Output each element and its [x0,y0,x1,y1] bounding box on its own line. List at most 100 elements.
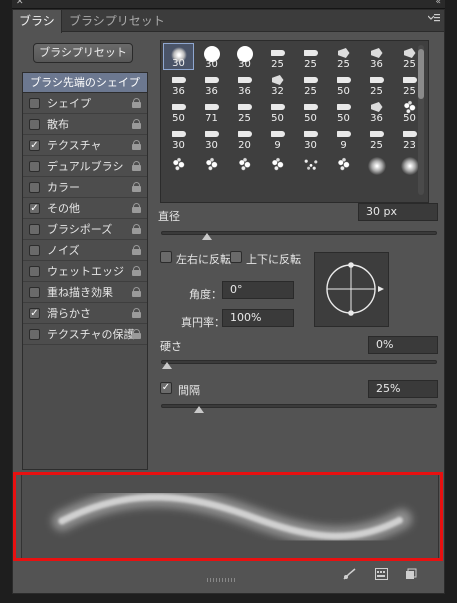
brush-tip-tile[interactable]: 30 [295,124,326,151]
lock-icon[interactable] [132,119,141,129]
roundness-input[interactable]: 100% [222,309,294,327]
brush-tip-tile[interactable]: 30 [163,43,194,70]
tab-brush-presets[interactable]: ブラシプリセット [63,10,171,32]
sidebar-item-checkbox[interactable] [29,182,40,193]
brush-tip-tile[interactable] [196,151,227,178]
brush-tip-tile[interactable]: 71 [196,97,227,124]
brush-tip-tile[interactable]: 9 [328,124,359,151]
sidebar-item[interactable]: テクスチャの保護 [23,324,147,345]
brush-tip-tile[interactable]: 50 [262,97,293,124]
brush-tip-tile[interactable] [328,151,359,178]
brush-tip-tile[interactable] [262,151,293,178]
toggle-brush-panel-icon[interactable] [343,568,356,580]
sidebar-item[interactable]: カラー [23,177,147,198]
sidebar-item-checkbox[interactable] [29,329,40,340]
scrollbar-thumb[interactable] [418,49,424,99]
diameter-input[interactable]: 30 px [358,203,438,221]
brush-tip-tile[interactable]: 50 [163,97,194,124]
create-preset-icon[interactable] [375,568,388,580]
angle-roundness-widget[interactable] [314,252,389,327]
brush-tip-tile[interactable] [295,151,326,178]
sidebar-item-checkbox[interactable]: ✓ [29,308,40,319]
brush-tip-tile[interactable]: 32 [262,70,293,97]
sidebar-item[interactable]: ✓ その他 [23,198,147,219]
flip-y-checkbox[interactable] [230,251,242,263]
brush-tip-tile[interactable]: 36 [361,97,392,124]
sidebar-item-checkbox[interactable] [29,245,40,256]
spacing-input[interactable]: 25% [368,380,438,398]
brush-tip-tile[interactable]: 36 [361,43,392,70]
panel-menu-icon[interactable] [427,13,440,26]
lock-icon[interactable] [132,266,141,276]
sidebar-item-checkbox[interactable] [29,161,40,172]
brush-tip-tile[interactable] [163,151,194,178]
brush-tip-tile[interactable]: 25 [295,43,326,70]
sidebar-item[interactable]: シェイプ [23,93,147,114]
brush-tip-tile[interactable] [229,151,260,178]
brush-grid-scrollbar[interactable] [418,45,424,195]
lock-icon[interactable] [132,245,141,255]
new-brush-icon[interactable] [405,568,417,580]
brush-tip-tile[interactable]: 36 [229,70,260,97]
sidebar-item-checkbox[interactable] [29,98,40,109]
brush-tip-tile[interactable] [361,151,392,178]
brush-tip-tile[interactable]: 30 [163,124,194,151]
sidebar-item[interactable]: ✓ 滑らかさ [23,303,147,324]
spacing-checkbox[interactable]: ✓ [160,382,172,394]
sidebar-item[interactable]: 散布 [23,114,147,135]
tip-brush-icon [303,131,318,137]
brush-presets-button[interactable]: ブラシプリセット [33,43,133,63]
brush-tip-tile[interactable]: 25 [328,43,359,70]
lock-icon[interactable] [132,329,141,339]
sidebar-item-checkbox[interactable] [29,266,40,277]
sidebar-item-checkbox[interactable]: ✓ [29,140,40,151]
spacing-slider[interactable] [161,404,437,413]
brush-tip-tile[interactable]: 25 [229,97,260,124]
lock-icon[interactable] [132,140,141,150]
panel-resize-grip[interactable] [207,578,235,582]
brush-tip-tile[interactable]: 25 [262,43,293,70]
sidebar-item[interactable]: ブラシポーズ [23,219,147,240]
brush-tip-tile[interactable]: 9 [262,124,293,151]
brush-tip-tile[interactable]: 36 [163,70,194,97]
lock-icon[interactable] [132,308,141,318]
diameter-slider-knob[interactable] [201,233,212,240]
flip-x-checkbox[interactable] [160,251,172,263]
lock-icon[interactable] [132,203,141,213]
spacing-slider-knob[interactable] [193,406,204,413]
sidebar-item[interactable]: ✓ テクスチャ [23,135,147,156]
lock-icon[interactable] [132,287,141,297]
brush-tip-tile[interactable]: 50 [328,97,359,124]
sidebar-item[interactable]: ウェットエッジ [23,261,147,282]
hardness-input[interactable]: 0% [368,336,438,354]
diameter-slider[interactable] [161,231,437,240]
brush-tip-tile[interactable]: 25 [361,124,392,151]
brush-tip-tile[interactable]: 30 [196,124,227,151]
close-icon[interactable]: ✕ [16,0,24,7]
brush-tip-tile[interactable]: 20 [229,124,260,151]
sidebar-item-checkbox[interactable] [29,119,40,130]
lock-icon[interactable] [132,182,141,192]
brush-tip-tile[interactable]: 25 [295,70,326,97]
collapse-icon[interactable]: « [435,0,441,7]
brush-tip-tile[interactable]: 50 [328,70,359,97]
sidebar-item[interactable]: ノイズ [23,240,147,261]
sidebar-item-checkbox[interactable] [29,224,40,235]
brush-tip-tile[interactable]: 36 [196,70,227,97]
tab-brush[interactable]: ブラシ [13,10,62,33]
brush-tip-shape-item[interactable]: ブラシ先端のシェイプ [23,73,147,93]
angle-input[interactable]: 0° [222,281,294,299]
brush-tip-tile[interactable]: 30 [196,43,227,70]
sidebar-item-checkbox[interactable]: ✓ [29,203,40,214]
sidebar-item[interactable]: デュアルブラシ [23,156,147,177]
sidebar-item[interactable]: 重ね描き効果 [23,282,147,303]
sidebar-item-checkbox[interactable] [29,287,40,298]
hardness-slider-knob[interactable] [162,362,172,369]
hardness-slider[interactable] [161,360,437,369]
lock-icon[interactable] [132,224,141,234]
lock-icon[interactable] [132,98,141,108]
brush-tip-tile[interactable]: 50 [295,97,326,124]
lock-icon[interactable] [132,161,141,171]
brush-tip-tile[interactable]: 30 [229,43,260,70]
brush-tip-tile[interactable]: 25 [361,70,392,97]
